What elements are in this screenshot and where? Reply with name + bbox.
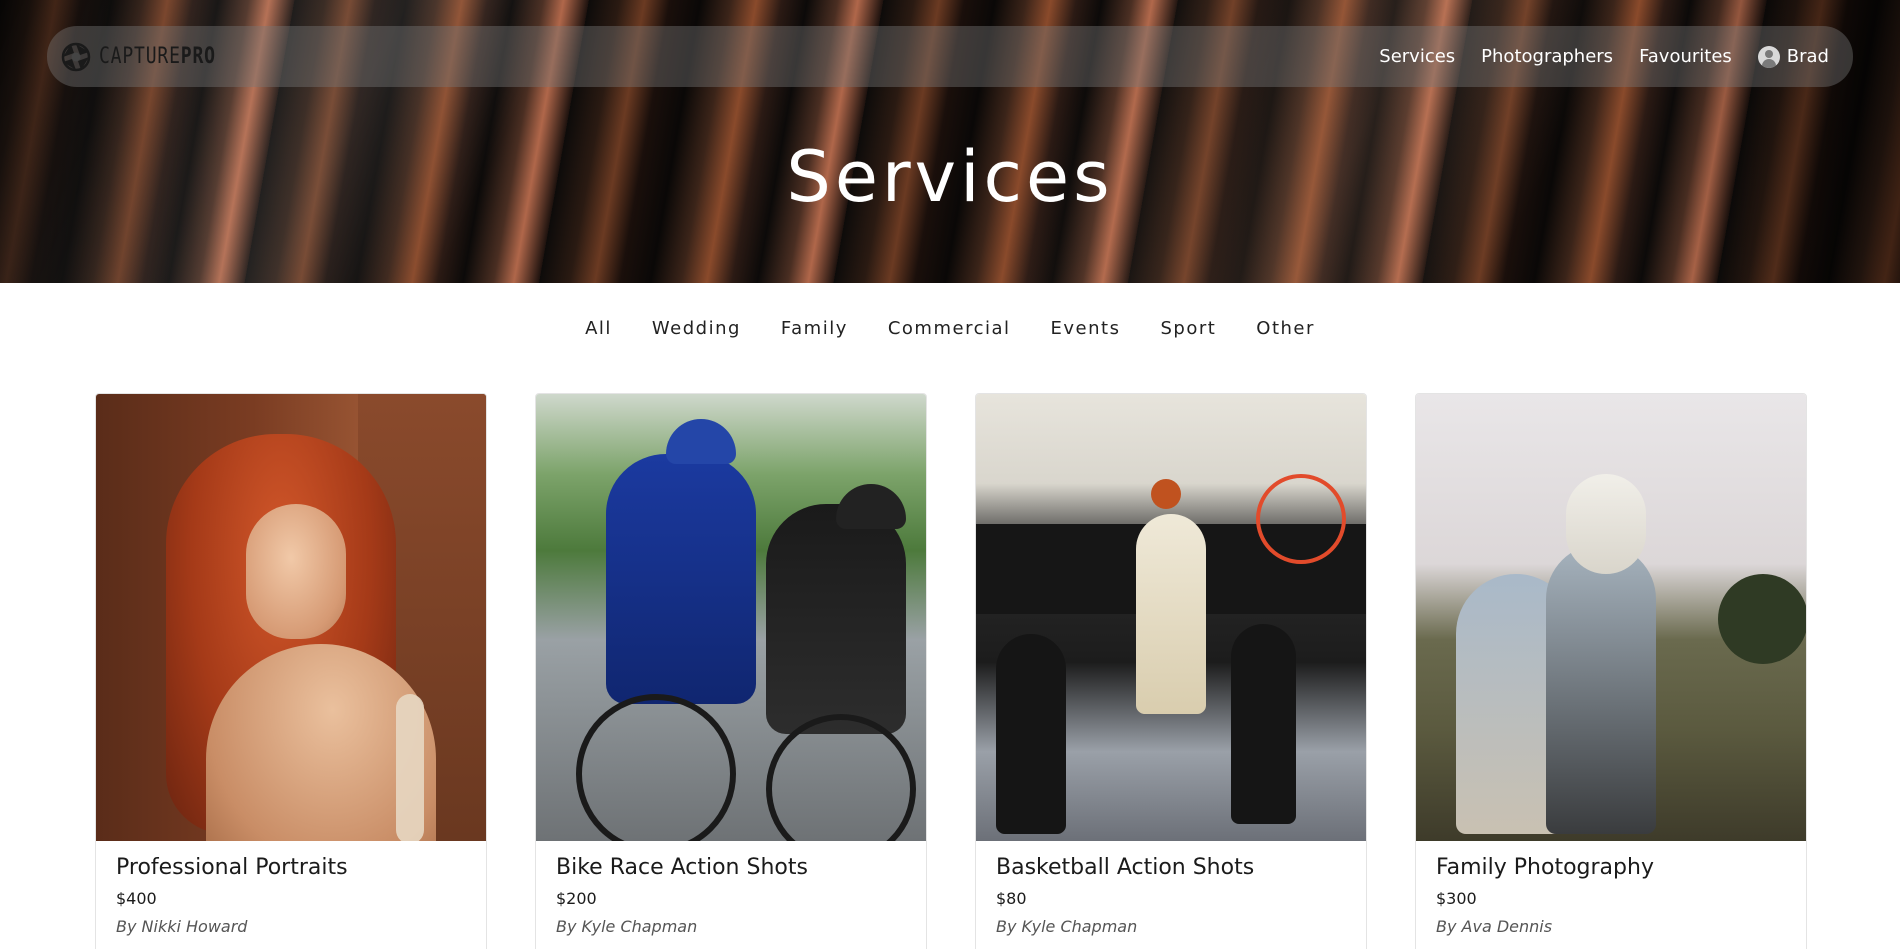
card-title: Professional Portraits [116, 855, 348, 880]
card-body: Bike Race Action Shots $200 By Kyle Chap… [536, 841, 926, 949]
filter-wedding[interactable]: Wedding [632, 318, 761, 339]
brand-name: CAPTUREPRO [99, 44, 216, 69]
top-navbar: CAPTUREPRO Services Photographers Favour… [47, 26, 1853, 87]
card-body: Basketball Action Shots $80 By Kyle Chap… [976, 841, 1366, 949]
service-image-family [1416, 394, 1806, 841]
card-body: Professional Portraits $400 By Nikki How… [96, 841, 486, 949]
page-title: Services [786, 136, 1114, 218]
filter-other[interactable]: Other [1236, 318, 1335, 339]
card-author: By Nikki Howard [116, 917, 248, 936]
filter-family[interactable]: Family [761, 318, 868, 339]
nav-link-services[interactable]: Services [1379, 46, 1455, 67]
filter-sport[interactable]: Sport [1140, 318, 1236, 339]
filter-commercial[interactable]: Commercial [868, 318, 1031, 339]
card-price: $400 [116, 889, 157, 908]
category-filters: All Wedding Family Commercial Events Spo… [0, 318, 1900, 339]
card-title: Basketball Action Shots [996, 855, 1255, 880]
card-author: By Kyle Chapman [996, 917, 1138, 936]
user-menu[interactable]: Brad [1757, 45, 1829, 68]
nav-link-photographers[interactable]: Photographers [1481, 46, 1613, 67]
card-price: $200 [556, 889, 597, 908]
service-card[interactable]: Basketball Action Shots $80 By Kyle Chap… [975, 393, 1367, 949]
card-price: $80 [996, 889, 1027, 908]
service-image-bike-race [536, 394, 926, 841]
filter-events[interactable]: Events [1031, 318, 1141, 339]
service-card[interactable]: Bike Race Action Shots $200 By Kyle Chap… [535, 393, 927, 949]
user-avatar-icon [1757, 45, 1780, 68]
nav-links: Services Photographers Favourites Brad [1379, 45, 1829, 68]
service-image-basketball [976, 394, 1366, 841]
card-body: Family Photography $300 By Ava Dennis [1416, 841, 1806, 949]
nav-link-favourites[interactable]: Favourites [1639, 46, 1732, 67]
hero-banner: CAPTUREPRO Services Photographers Favour… [0, 0, 1900, 283]
service-cards: Professional Portraits $400 By Nikki How… [95, 393, 1807, 949]
card-title: Bike Race Action Shots [556, 855, 808, 880]
service-image-portrait [96, 394, 486, 841]
service-card[interactable]: Professional Portraits $400 By Nikki How… [95, 393, 487, 949]
card-price: $300 [1436, 889, 1477, 908]
card-title: Family Photography [1436, 855, 1654, 880]
brand-logo[interactable]: CAPTUREPRO [61, 42, 241, 72]
filter-all[interactable]: All [565, 318, 632, 339]
service-card[interactable]: Family Photography $300 By Ava Dennis [1415, 393, 1807, 949]
user-name: Brad [1786, 46, 1829, 67]
card-author: By Kyle Chapman [556, 917, 698, 936]
card-author: By Ava Dennis [1436, 917, 1553, 936]
aperture-icon [61, 42, 91, 71]
